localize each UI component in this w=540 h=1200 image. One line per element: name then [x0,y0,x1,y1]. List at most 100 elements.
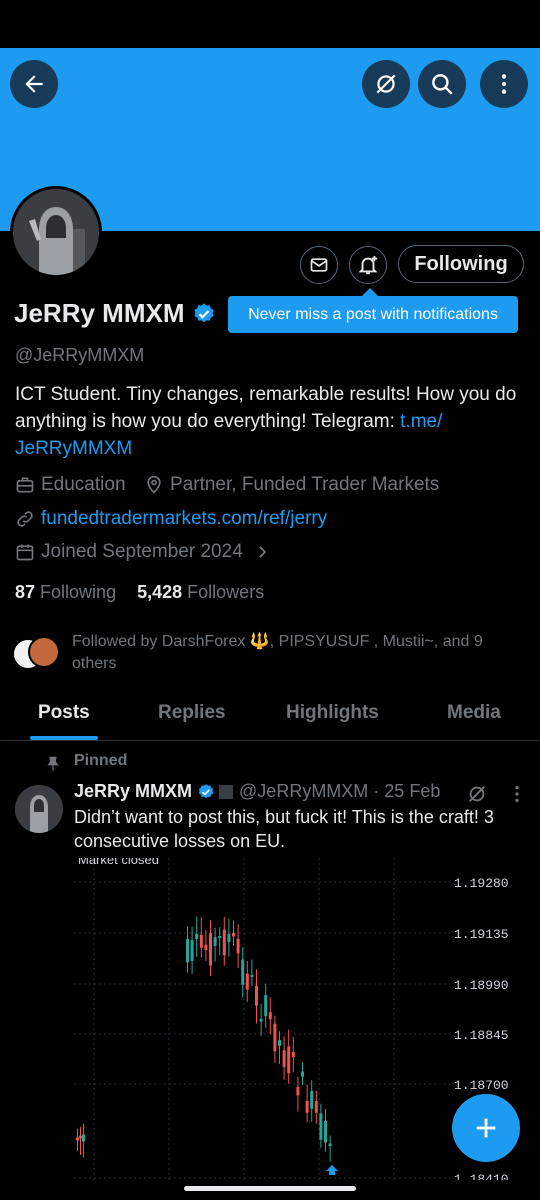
price-tick-label: 1.18990 [454,978,509,993]
post-avatar[interactable] [15,785,63,833]
location-pin-icon [147,475,161,494]
candle-body [79,1135,82,1139]
post-header: JeRRy MMXM @JeRRyMMXM · 25 Feb [74,781,440,802]
bell-plus-icon [358,255,378,275]
tab-posts[interactable]: Posts [38,702,90,724]
affiliate-badge-icon [219,784,234,799]
post-text: Didn’t want to post this, but fuck it! T… [74,807,494,851]
price-tick-label: 1.19135 [454,927,509,942]
notifications-tooltip[interactable]: Never miss a post with notifications [228,296,518,333]
following-count: 87 [15,582,36,602]
candle-body [227,934,231,943]
candle-body [241,959,245,985]
verified-badge-icon [198,783,214,798]
home-indicator[interactable] [184,1186,356,1191]
calendar-icon [16,544,34,561]
following-button[interactable]: Following [398,245,524,283]
profile-location: Partner, Funded Trader Markets [144,474,439,496]
candle-body [82,1134,85,1142]
profile-category: Education [15,474,126,496]
chevron-right-icon [258,546,266,558]
hooded-figure-image [13,189,99,275]
joined-text: Joined September 2024 [41,541,243,562]
followed-by-avatars[interactable] [12,636,60,670]
candle-body [222,929,226,956]
candle-body [301,1071,304,1077]
candle-body [209,932,212,966]
price-tick-label: 1.19280 [454,876,509,891]
buy-arrow-icon [326,1165,338,1175]
post-more-icon[interactable] [506,783,528,805]
followers-count: 5,428 [137,582,183,602]
candle-body [319,1113,323,1140]
tab-highlights[interactable]: Highlights [286,702,379,724]
profile-stats: 87 Following 5,428 Followers [15,582,264,603]
link-icon [17,511,33,527]
candle-body [232,932,235,937]
notifications-button[interactable] [349,246,387,284]
profile-name: JeRRy MMXM [14,298,216,329]
candle-body [310,1091,314,1109]
envelope-icon [310,258,328,272]
followers-count-link[interactable]: 5,428 Followers [137,582,264,602]
pinned-label: Pinned [74,752,128,769]
candle-body [282,1050,286,1067]
candle-body [264,994,268,1017]
grok-icon[interactable] [466,783,488,805]
following-label: Following [40,582,117,602]
following-count-link[interactable]: 87 Following [15,582,116,602]
grok-button[interactable] [362,60,410,108]
candle-body [236,938,240,954]
price-tick-label: 1.18845 [454,1028,509,1043]
message-button[interactable] [300,246,338,284]
follower-avatar [28,636,60,668]
post-author[interactable]: JeRRy MMXM [74,781,192,802]
followers-label: Followers [187,582,265,602]
profile-avatar[interactable] [10,186,102,278]
candle-body [296,1086,300,1096]
more-vertical-icon [501,74,507,94]
back-button[interactable] [10,60,58,108]
tab-replies[interactable]: Replies [158,702,226,724]
candle-body [324,1120,327,1143]
price-tick-label: 1.18700 [454,1078,509,1093]
candle-body [195,934,199,940]
candle-body [273,1023,277,1052]
candle-body [204,944,208,951]
profile-handle: @JeRRyMMXM [15,345,145,365]
tooltip-arrow [362,288,378,296]
candle-body [255,985,258,1006]
candle-body [199,934,203,948]
market-closed-label: Market closed [78,858,159,867]
followed-by-text[interactable]: Followed by DarshForex 🔱, PIPSYUSUF , Mu… [72,631,512,675]
profile-bio: ICT Student. Tiny changes, remarkable re… [15,381,525,462]
candle-body [76,1137,79,1141]
more-options-button[interactable] [480,60,528,108]
candle-body [213,937,217,946]
candle-body [268,1012,272,1020]
search-button[interactable] [418,60,466,108]
verified-badge-icon[interactable] [192,302,216,326]
hooded-figure-image [15,785,63,833]
grok-icon [376,74,396,94]
candle-body [218,936,222,939]
location-text: Partner, Funded Trader Markets [170,474,440,495]
price-tick-label: 1.18410 [454,1172,509,1180]
profile-joined[interactable]: Joined September 2024 [15,541,271,563]
website-link[interactable]: fundedtradermarkets.com/ref/jerry [41,508,327,530]
pin-icon [47,756,59,771]
candle-body [190,940,194,961]
candle-body [305,1100,309,1113]
briefcase-icon [16,477,34,493]
candle-body [291,1051,295,1058]
candle-body [245,973,249,990]
back-arrow-icon [25,75,43,93]
candle-body [314,1101,318,1113]
profile-website[interactable]: fundedtradermarkets.com/ref/jerry [15,508,327,530]
candle-body [250,974,254,977]
tab-media[interactable]: Media [447,702,501,724]
search-icon [432,74,453,95]
tabs-divider [0,740,540,741]
compose-post-button[interactable] [452,1094,520,1162]
post-handle-date: @JeRRyMMXM · 25 Feb [239,781,441,801]
